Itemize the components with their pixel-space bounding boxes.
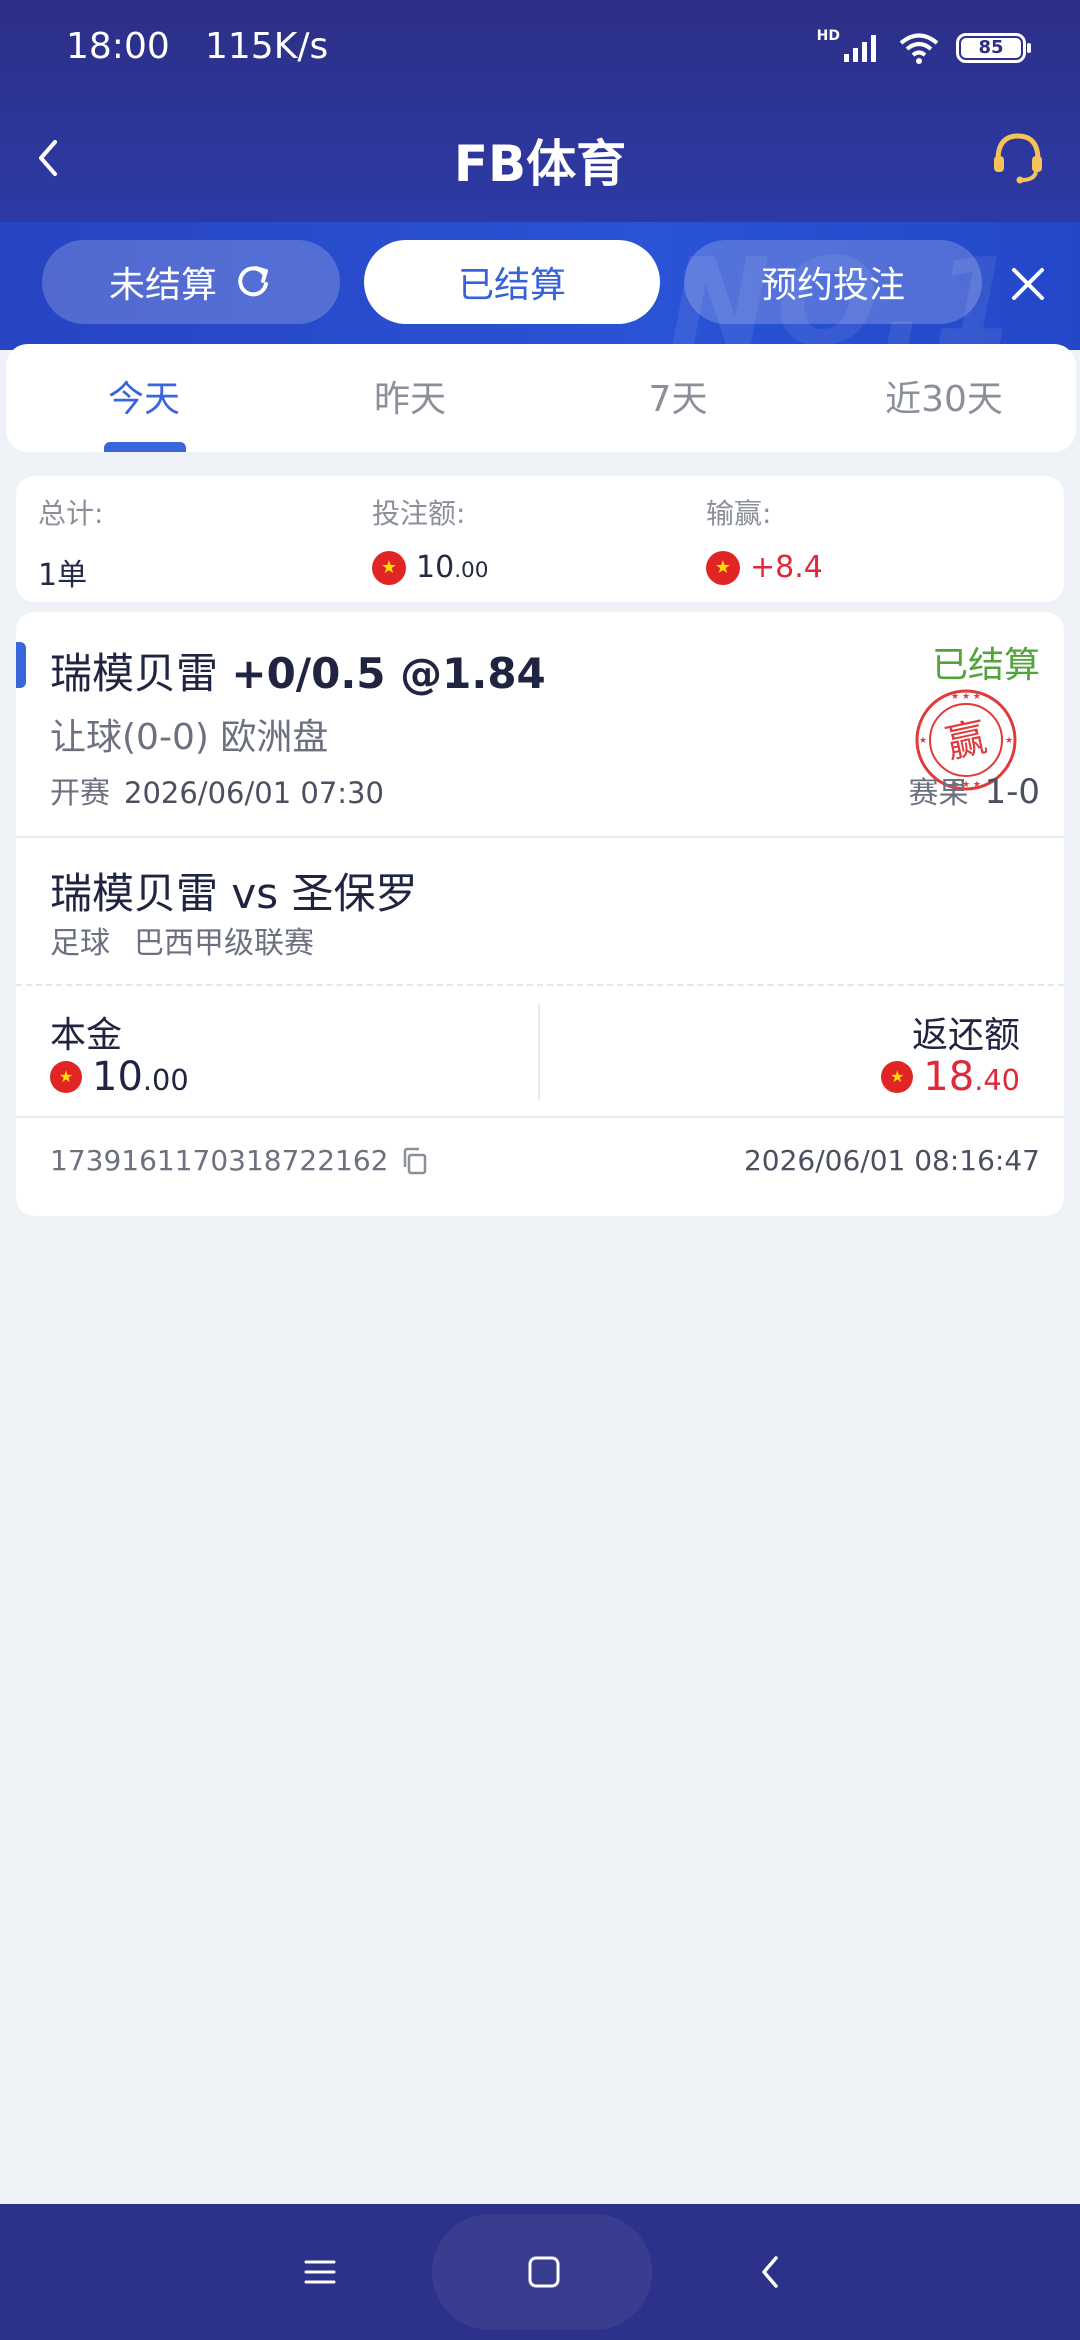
bet-selection: 瑞模贝雷 +0/0.5 @1.84 (50, 640, 546, 701)
summary-stake: 投注额: ★ 10.00 (372, 492, 489, 585)
page-title: FB体育 (453, 135, 627, 193)
winloss-label: 输赢: (706, 497, 772, 530)
tab-unsettled[interactable]: 未结算 (42, 240, 340, 324)
signal-icon (844, 35, 876, 62)
selection-team: 瑞模贝雷 (50, 649, 219, 698)
app-header: 18:00 115K/s HD 85 FB体育 (0, 0, 1080, 222)
active-tab-indicator (104, 442, 186, 452)
svg-text:赢: 赢 (942, 714, 991, 767)
wifi-icon (899, 33, 939, 64)
tab-today[interactable]: 今天 (44, 370, 244, 422)
bet-status-badge: 已结算 (931, 645, 1040, 686)
cny-flag-icon: ★ (372, 550, 406, 585)
refresh-icon[interactable] (233, 262, 273, 302)
return-label: 返还额 (911, 1015, 1020, 1056)
kickoff-info: 开赛 2026/06/01 07:30 (50, 768, 384, 812)
svg-text:★: ★ (919, 736, 927, 746)
cny-flag-icon: ★ (50, 1061, 82, 1093)
status-bar: 18:00 115K/s HD 85 (0, 0, 1080, 98)
nav-home-button[interactable] (512, 2240, 576, 2304)
summary-winloss: 输赢: ★ +8.4 (706, 492, 823, 585)
return-value: ★ 18.40 (881, 1054, 1020, 1100)
svg-text:★: ★ (1005, 736, 1013, 746)
tab-unsettled-label: 未结算 (108, 265, 217, 306)
settle-time: 2026/06/01 08:16:47 (743, 1144, 1040, 1177)
close-icon (1012, 268, 1044, 300)
total-value: 1单 (38, 558, 88, 593)
league-info: 足球 巴西甲级联赛 (50, 918, 314, 962)
winloss-value: ★ +8.4 (706, 550, 823, 585)
cny-flag-icon: ★ (706, 550, 740, 585)
return-amount: 18.40 (923, 1054, 1020, 1100)
bet-record-card[interactable]: 瑞模贝雷 +0/0.5 @1.84 已结算 让球(0-0) 欧洲盘 ★ ★ ★ … (16, 612, 1064, 1216)
league-name: 巴西甲级联赛 (134, 926, 314, 961)
kickoff-label: 开赛 (50, 776, 110, 811)
battery-level: 85 (961, 38, 1021, 58)
copy-icon[interactable] (400, 1146, 430, 1176)
card-accent-bar (16, 642, 26, 688)
tab-7-days[interactable]: 7天 (578, 370, 778, 422)
match-result: 赛果 1-0 (908, 768, 1040, 812)
result-score: 1-0 (984, 772, 1040, 812)
title-bar: FB体育 (0, 110, 1080, 206)
result-label: 赛果 (908, 776, 969, 811)
tab-scheduled-bets[interactable]: 预约投注 (684, 240, 982, 324)
summary-panel: 总计: 1单 投注额: ★ 10.00 输赢: ★ +8.4 (16, 476, 1064, 602)
status-time: 18:00 (66, 26, 170, 67)
summary-total: 总计: 1单 (38, 492, 103, 594)
nav-menu-button[interactable] (288, 2240, 352, 2304)
bet-market: 让球(0-0) 欧洲盘 (50, 717, 329, 758)
nav-back-button[interactable] (738, 2240, 802, 2304)
principal-amount: 10.00 (92, 1054, 189, 1100)
customer-service-button[interactable] (986, 126, 1050, 190)
match-title: 瑞模贝雷 vs 圣保罗 (50, 869, 418, 918)
battery-icon: 85 (956, 33, 1031, 63)
tab-30-days[interactable]: 近30天 (844, 370, 1044, 422)
date-filter-tabs: 今天 昨天 7天 近30天 (6, 344, 1076, 452)
vertical-divider (538, 1004, 540, 1100)
tab-settled[interactable]: 已结算 (364, 240, 660, 324)
home-square-icon (528, 2256, 560, 2288)
headset-icon (994, 133, 1042, 184)
selection-odds: +0/0.5 @1.84 (231, 649, 546, 698)
hd-label: HD (816, 28, 840, 44)
kickoff-time: 2026/06/01 07:30 (124, 776, 384, 810)
tab-settled-label: 已结算 (457, 265, 566, 306)
order-id-value: 1739161170318722162 (50, 1144, 389, 1177)
tab-scheduled-label: 预约投注 (760, 265, 905, 306)
winloss-amount: +8.4 (750, 550, 823, 585)
divider (16, 1116, 1064, 1118)
back-arrow-icon (762, 2256, 778, 2288)
cny-flag-icon: ★ (881, 1061, 914, 1093)
total-label: 总计: (38, 497, 104, 530)
system-nav-bar (0, 2204, 1080, 2340)
svg-text:★ ★ ★: ★ ★ ★ (951, 692, 981, 702)
status-net-speed: 115K/s (205, 26, 329, 67)
principal-value: ★ 10.00 (50, 1054, 189, 1100)
stake-amount: 10.00 (416, 550, 489, 585)
bet-status-tabs: NO.1 未结算 已结算 预约投注 (0, 222, 1080, 350)
dashed-divider (16, 984, 1064, 986)
stake-value: ★ 10.00 (372, 550, 489, 585)
status-icons: HD 85 (816, 28, 1031, 68)
tab-yesterday[interactable]: 昨天 (310, 370, 510, 422)
principal-label: 本金 (50, 1015, 123, 1056)
divider (16, 836, 1064, 838)
menu-icon (304, 2260, 336, 2284)
close-button[interactable] (996, 252, 1060, 316)
sport-name: 足球 (50, 926, 110, 961)
order-id: 1739161170318722162 (50, 1144, 430, 1177)
stake-label: 投注额: (372, 497, 466, 530)
